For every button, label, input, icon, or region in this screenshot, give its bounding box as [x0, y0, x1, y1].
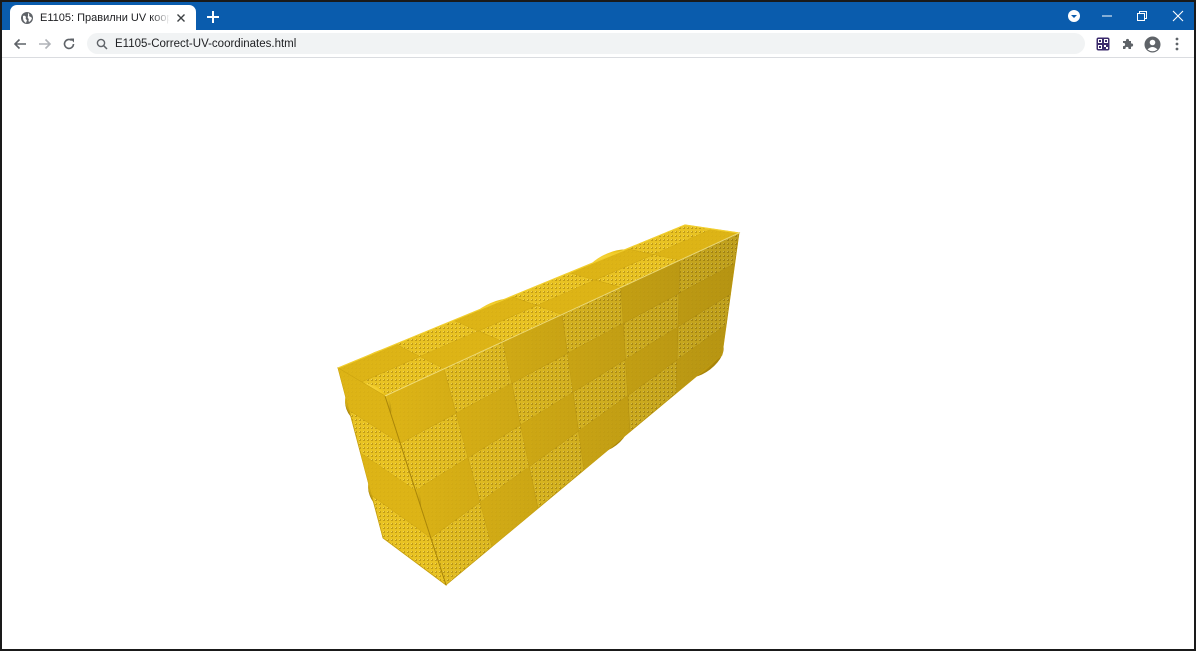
close-icon[interactable]	[174, 11, 188, 25]
close-icon	[1172, 10, 1184, 22]
forward-button[interactable]	[35, 34, 55, 54]
new-tab-plus-icon[interactable]	[204, 8, 222, 26]
tab-search-button[interactable]	[1056, 2, 1092, 30]
back-button[interactable]	[10, 34, 30, 54]
address-text[interactable]: E1105-Correct-UV-coordinates.html	[115, 38, 296, 50]
minimize-button[interactable]	[1089, 2, 1125, 30]
reload-button[interactable]	[59, 34, 79, 54]
page-viewport	[2, 58, 1194, 649]
search-icon	[96, 38, 108, 50]
window-close-button[interactable]	[1160, 2, 1194, 30]
account-icon	[1144, 36, 1160, 52]
profile-button[interactable]	[1142, 34, 1162, 54]
restore-icon	[1137, 11, 1147, 21]
arrow-left-icon	[13, 38, 26, 50]
reload-icon	[63, 38, 75, 50]
address-bar[interactable]: E1105-Correct-UV-coordinates.html	[87, 33, 1085, 54]
browser-window: E1105: Правилни UV координати	[0, 0, 1196, 651]
tab-title: E1105: Правилни UV координати	[40, 11, 170, 24]
3d-canvas[interactable]	[2, 58, 1194, 649]
textured-box	[337, 224, 741, 587]
restore-button[interactable]	[1124, 2, 1160, 30]
tab-strip: E1105: Правилни UV координати	[2, 2, 1194, 30]
extensions-button[interactable]	[1118, 34, 1138, 54]
tab-active[interactable]: E1105: Правилни UV координати	[10, 5, 196, 30]
chevron-down-icon	[1068, 10, 1080, 22]
menu-button[interactable]	[1167, 34, 1187, 54]
globe-icon	[21, 11, 33, 24]
qr-code-icon	[1096, 37, 1110, 51]
arrow-right-icon	[39, 38, 52, 50]
more-vertical-icon	[1175, 37, 1179, 51]
puzzle-icon	[1123, 38, 1134, 49]
minimize-icon	[1102, 15, 1112, 17]
browser-toolbar: E1105-Correct-UV-coordinates.html	[2, 30, 1194, 58]
extension-button[interactable]	[1093, 34, 1113, 54]
